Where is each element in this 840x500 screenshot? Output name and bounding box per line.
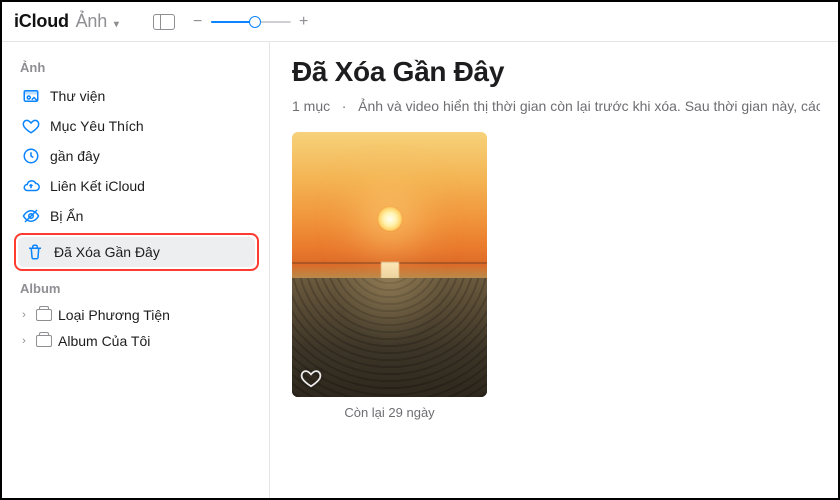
window: iCloud Ảnh ▾ − + Ảnh Thư viện: [0, 0, 840, 500]
zoom-slider[interactable]: [211, 15, 291, 29]
sidebar-item-favorites[interactable]: Mục Yêu Thích: [14, 111, 259, 141]
chevron-right-icon: ›: [18, 335, 30, 347]
sidebar-item-label: Liên Kết iCloud: [50, 178, 145, 194]
photo-thumbnail[interactable]: [292, 132, 487, 397]
sidebar-section-photos: Ảnh: [14, 52, 259, 81]
sidebar-item-label: Loại Phương Tiện: [58, 307, 170, 323]
heart-icon: [22, 117, 40, 135]
sidebar-item-hidden[interactable]: Bị Ẩn: [14, 201, 259, 231]
sidebar-item-label: Thư viện: [50, 88, 105, 104]
page-title: Đã Xóa Gần Đây: [292, 56, 820, 88]
sidebar-item-label: Đã Xóa Gần Đây: [54, 244, 160, 260]
sidebar-section-album: Album: [14, 273, 259, 302]
zoom-control: − +: [193, 13, 309, 31]
zoom-out-button[interactable]: −: [193, 13, 203, 31]
sidebar-item-label: Bị Ẩn: [50, 208, 83, 224]
chevron-right-icon: ›: [18, 309, 30, 321]
folder-icon: [36, 309, 52, 321]
breadcrumb-root: iCloud: [14, 11, 69, 31]
breadcrumb[interactable]: iCloud Ảnh ▾: [14, 11, 119, 32]
sidebar-item-recently-deleted[interactable]: Đã Xóa Gần Đây: [18, 237, 255, 267]
breadcrumb-section: Ảnh: [76, 11, 107, 31]
favorite-heart-icon[interactable]: [300, 367, 322, 389]
toolbar: iCloud Ảnh ▾ − +: [2, 2, 838, 42]
sidebar-item-label: Mục Yêu Thích: [50, 118, 144, 134]
sidebar-item-my-albums[interactable]: › Album Của Tôi: [14, 328, 259, 354]
sidebar-item-library[interactable]: Thư viện: [14, 81, 259, 111]
item-count: 1 mục: [292, 98, 330, 114]
content: Đã Xóa Gần Đây 1 mục · Ảnh và video hiển…: [270, 42, 838, 498]
photo-grid: Còn lại 29 ngày: [292, 132, 820, 420]
page-subtitle: 1 mục · Ảnh và video hiển thị thời gian …: [292, 98, 820, 114]
photo-item[interactable]: Còn lại 29 ngày: [292, 132, 487, 420]
trash-icon: [26, 243, 44, 261]
clock-icon: [22, 147, 40, 165]
photo-caption: Còn lại 29 ngày: [292, 405, 487, 420]
sidebar: Ảnh Thư viện Mục Yêu Thích gần đây: [2, 42, 270, 498]
sidebar-item-label: gần đây: [50, 148, 100, 164]
sidebar-toggle-icon[interactable]: [153, 14, 175, 30]
zoom-slider-thumb[interactable]: [249, 16, 261, 28]
sidebar-item-label: Album Của Tôi: [58, 333, 150, 349]
folder-icon: [36, 335, 52, 347]
separator-dot: ·: [342, 98, 347, 114]
subtitle-text: Ảnh và video hiển thị thời gian còn lại …: [358, 98, 820, 114]
zoom-in-button[interactable]: +: [299, 13, 309, 31]
sidebar-item-recent[interactable]: gần đây: [14, 141, 259, 171]
sidebar-item-icloud-link[interactable]: Liên Kết iCloud: [14, 171, 259, 201]
library-icon: [22, 87, 40, 105]
sidebar-item-media-types[interactable]: › Loại Phương Tiện: [14, 302, 259, 328]
cloud-icon: [22, 177, 40, 195]
chevron-down-icon: ▾: [114, 19, 119, 30]
highlight-annotation: Đã Xóa Gần Đây: [14, 233, 259, 271]
eye-off-icon: [22, 207, 40, 225]
